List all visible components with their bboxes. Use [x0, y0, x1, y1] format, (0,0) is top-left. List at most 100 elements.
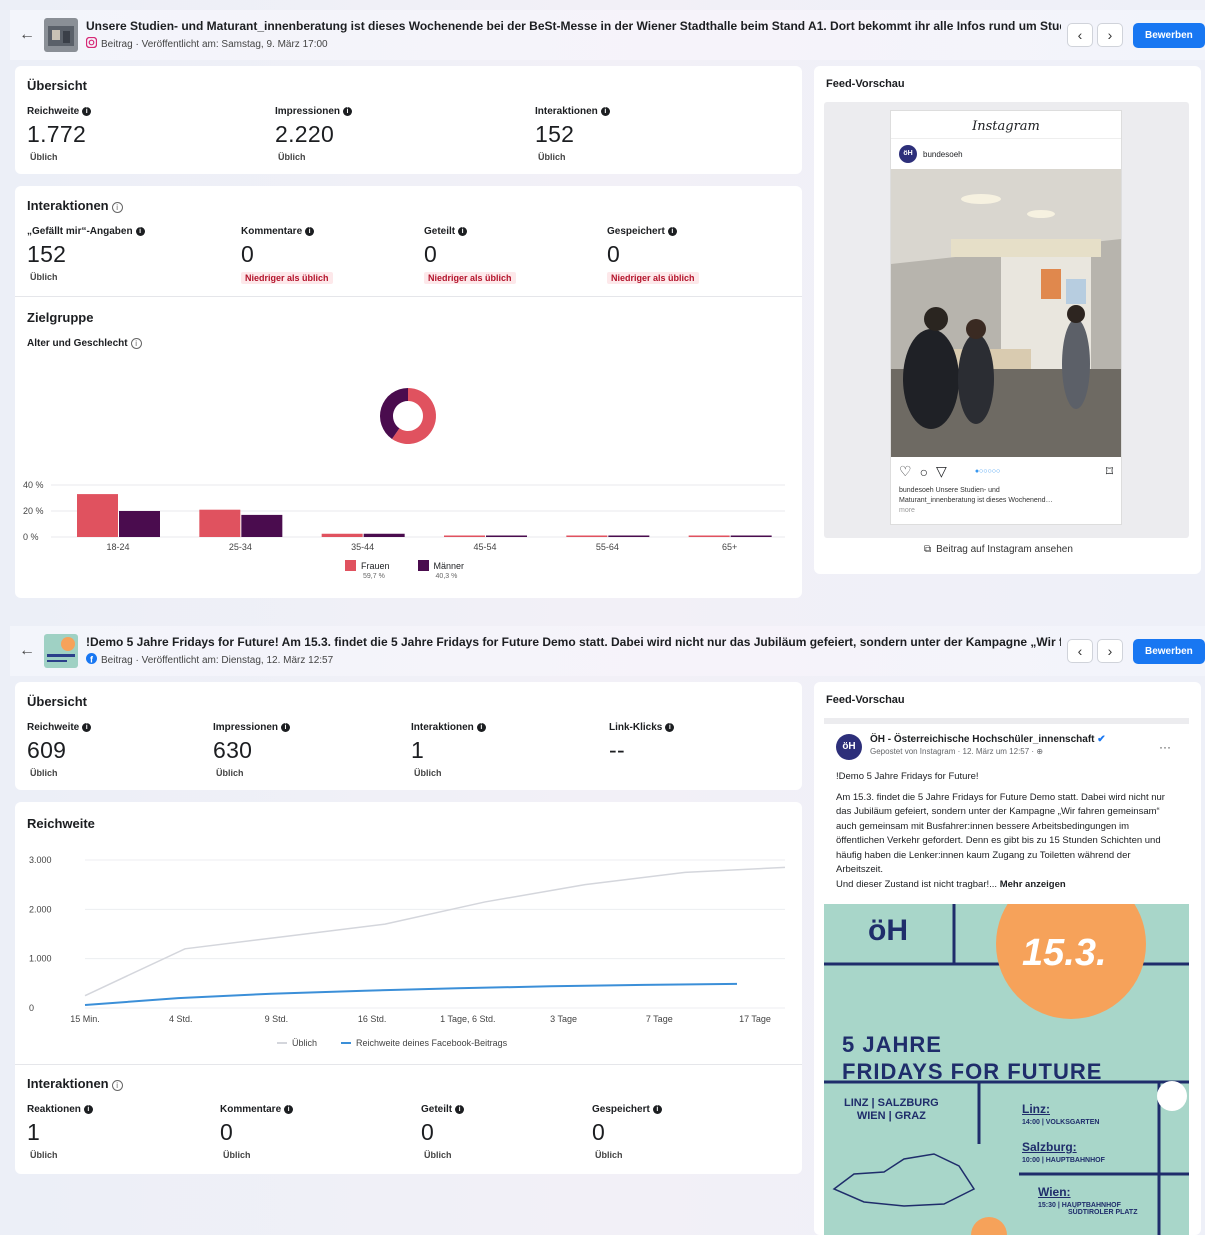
x-tick-label: 55-64: [596, 542, 619, 552]
y-tick-label: 0: [29, 1003, 34, 1013]
info-icon[interactable]: i: [111, 1080, 123, 1091]
info-icon[interactable]: i: [284, 1105, 294, 1114]
facebook-icon: f: [86, 653, 97, 667]
legend-reach[interactable]: Reichweite deines Facebook-Beitrags: [341, 1038, 507, 1048]
back-arrow-icon[interactable]: ←: [10, 26, 44, 44]
caption-line: bundesoeh Unsere Studien- und: [899, 487, 1000, 494]
chart-legend: Frauen 59,7 % Männer 40,3 %: [345, 560, 464, 580]
status-badge: Niedriger als üblich: [424, 272, 516, 284]
overview-card: Übersicht Reichweite i 1.772 Üblich Impre…: [15, 66, 802, 174]
interactions-heading: Interaktionen i: [27, 1076, 123, 1091]
post-header: ← !Demo 5 Jahre Fridays for Future! Am 1…: [10, 626, 1205, 676]
bar-männer-45-54: [486, 535, 527, 537]
post-image: [891, 169, 1121, 457]
info-icon[interactable]: i: [455, 1105, 465, 1114]
view-on-instagram-link[interactable]: ⧉ Beitrag auf Instagram ansehen: [924, 544, 1073, 555]
line-reach: [84, 982, 738, 1007]
info-icon[interactable]: i: [343, 107, 353, 116]
overview-heading: Übersicht: [27, 694, 87, 709]
line-usual: [84, 866, 786, 997]
y-tick-label: 3.000: [29, 855, 52, 865]
previous-post-button[interactable]: ‹: [1067, 639, 1093, 663]
info-icon[interactable]: i: [82, 723, 92, 732]
avatar[interactable]: öH: [836, 734, 862, 760]
info-icon[interactable]: i: [652, 1105, 662, 1114]
metric-reach: Reichweite i 1.772 Üblich: [27, 106, 92, 162]
metric-shares: Geteilt i 0 Üblich: [421, 1104, 465, 1160]
y-tick-label: 40 %: [23, 480, 44, 490]
metric-interactions: Interaktionen i 1 Üblich: [411, 722, 486, 778]
info-icon[interactable]: i: [458, 227, 468, 236]
metric-comments: Kommentare i 0 Niedriger als üblich: [241, 226, 333, 286]
bookmark-icon[interactable]: ⌑: [1106, 463, 1113, 480]
post-thumbnail: [44, 634, 78, 668]
feed-preview-heading: Feed-Vorschau: [826, 78, 905, 90]
avatar: öH: [899, 145, 917, 163]
bar-männer-65+: [730, 535, 772, 537]
reach-heading: Reichweite: [27, 816, 95, 831]
x-tick-label: 17 Tage: [739, 1014, 771, 1024]
promote-button[interactable]: Bewerben: [1133, 22, 1205, 48]
y-tick-label: 2.000: [29, 904, 52, 914]
info-icon[interactable]: i: [667, 227, 677, 236]
status-badge: Niedriger als üblich: [607, 272, 699, 284]
previous-post-button[interactable]: ‹: [1067, 23, 1093, 47]
next-post-button[interactable]: ›: [1097, 23, 1123, 47]
preview-frame: Instagram öH bundesoeh ♡ ○ ▽ ●○○○○○ ⌑ bu…: [824, 102, 1189, 538]
legend-usual[interactable]: Üblich: [277, 1038, 317, 1048]
x-tick-label: 3 Tage: [550, 1014, 577, 1024]
carousel-dots-icon: ●○○○○○: [974, 468, 1001, 475]
x-tick-label: 4 Std.: [169, 1014, 193, 1024]
audience-subheading: Alter und Geschlecht i: [27, 338, 142, 349]
y-tick-label: 20 %: [23, 506, 44, 516]
promote-button[interactable]: Bewerben: [1133, 638, 1205, 664]
info-icon[interactable]: i: [83, 1105, 93, 1114]
feed-preview-heading: Feed-Vorschau: [826, 694, 905, 706]
comment-icon[interactable]: ○: [920, 464, 928, 480]
info-icon[interactable]: i: [476, 723, 486, 732]
posted-via: Gepostet von Instagram · 12. März um 12:…: [870, 747, 1044, 756]
bar-männer-25-34: [241, 514, 283, 537]
x-tick-label: 45-54: [473, 542, 496, 552]
legend-women[interactable]: Frauen 59,7 %: [345, 560, 390, 580]
post-title: Unsere Studien- und Maturant_innenberatu…: [86, 19, 1061, 33]
info-icon[interactable]: i: [665, 723, 675, 732]
external-link-icon: ⧉: [924, 544, 932, 555]
more-options-icon[interactable]: ···: [1159, 740, 1171, 754]
info-icon[interactable]: i: [305, 227, 315, 236]
audience-heading: Zielgruppe: [27, 310, 94, 325]
info-icon[interactable]: i: [130, 338, 142, 349]
info-icon[interactable]: i: [135, 227, 145, 236]
bar-frauen-45-54: [444, 535, 485, 537]
account-name[interactable]: bundesoeh: [923, 150, 963, 159]
metric-reactions: Reaktionen i 1 Üblich: [27, 1104, 93, 1160]
info-icon[interactable]: i: [82, 107, 92, 116]
info-icon[interactable]: i: [281, 723, 291, 732]
x-tick-label: 65+: [722, 542, 737, 552]
x-tick-label: 9 Std.: [265, 1014, 289, 1024]
metric-interactions: Interaktionen i 152 Üblich: [535, 106, 610, 162]
next-post-button[interactable]: ›: [1097, 639, 1123, 663]
bar-männer-55-64: [608, 535, 650, 537]
back-arrow-icon[interactable]: ←: [10, 642, 44, 660]
status-badge: Niedriger als üblich: [241, 272, 333, 284]
bar-männer-35-44: [363, 533, 405, 537]
info-icon[interactable]: i: [600, 107, 610, 116]
post-meta: Beitrag · Veröffentlicht am: Samstag, 9.…: [101, 38, 328, 50]
bar-frauen-55-64: [566, 535, 608, 537]
bar-frauen-25-34: [199, 509, 241, 537]
y-tick-label: 0 %: [23, 532, 39, 542]
poster-cities: LINZ | SALZBURG WIEN | GRAZ: [844, 1097, 939, 1122]
legend-men[interactable]: Männer 40,3 %: [417, 560, 464, 580]
heart-icon[interactable]: ♡: [899, 463, 912, 480]
y-tick-label: 1.000: [29, 954, 52, 964]
send-icon[interactable]: ▽: [936, 463, 947, 480]
x-tick-label: 1 Tage, 6 Std.: [440, 1014, 495, 1024]
page-name: ÖH - Österreichische Hochschüler_innensc…: [870, 734, 1095, 745]
x-tick-label: 15 Min.: [70, 1014, 100, 1024]
x-tick-label: 16 Std.: [358, 1014, 387, 1024]
bar-frauen-65+: [688, 535, 730, 537]
see-more-link[interactable]: Mehr anzeigen: [1000, 879, 1066, 890]
more-link[interactable]: more: [899, 506, 1113, 516]
info-icon[interactable]: i: [111, 202, 123, 213]
